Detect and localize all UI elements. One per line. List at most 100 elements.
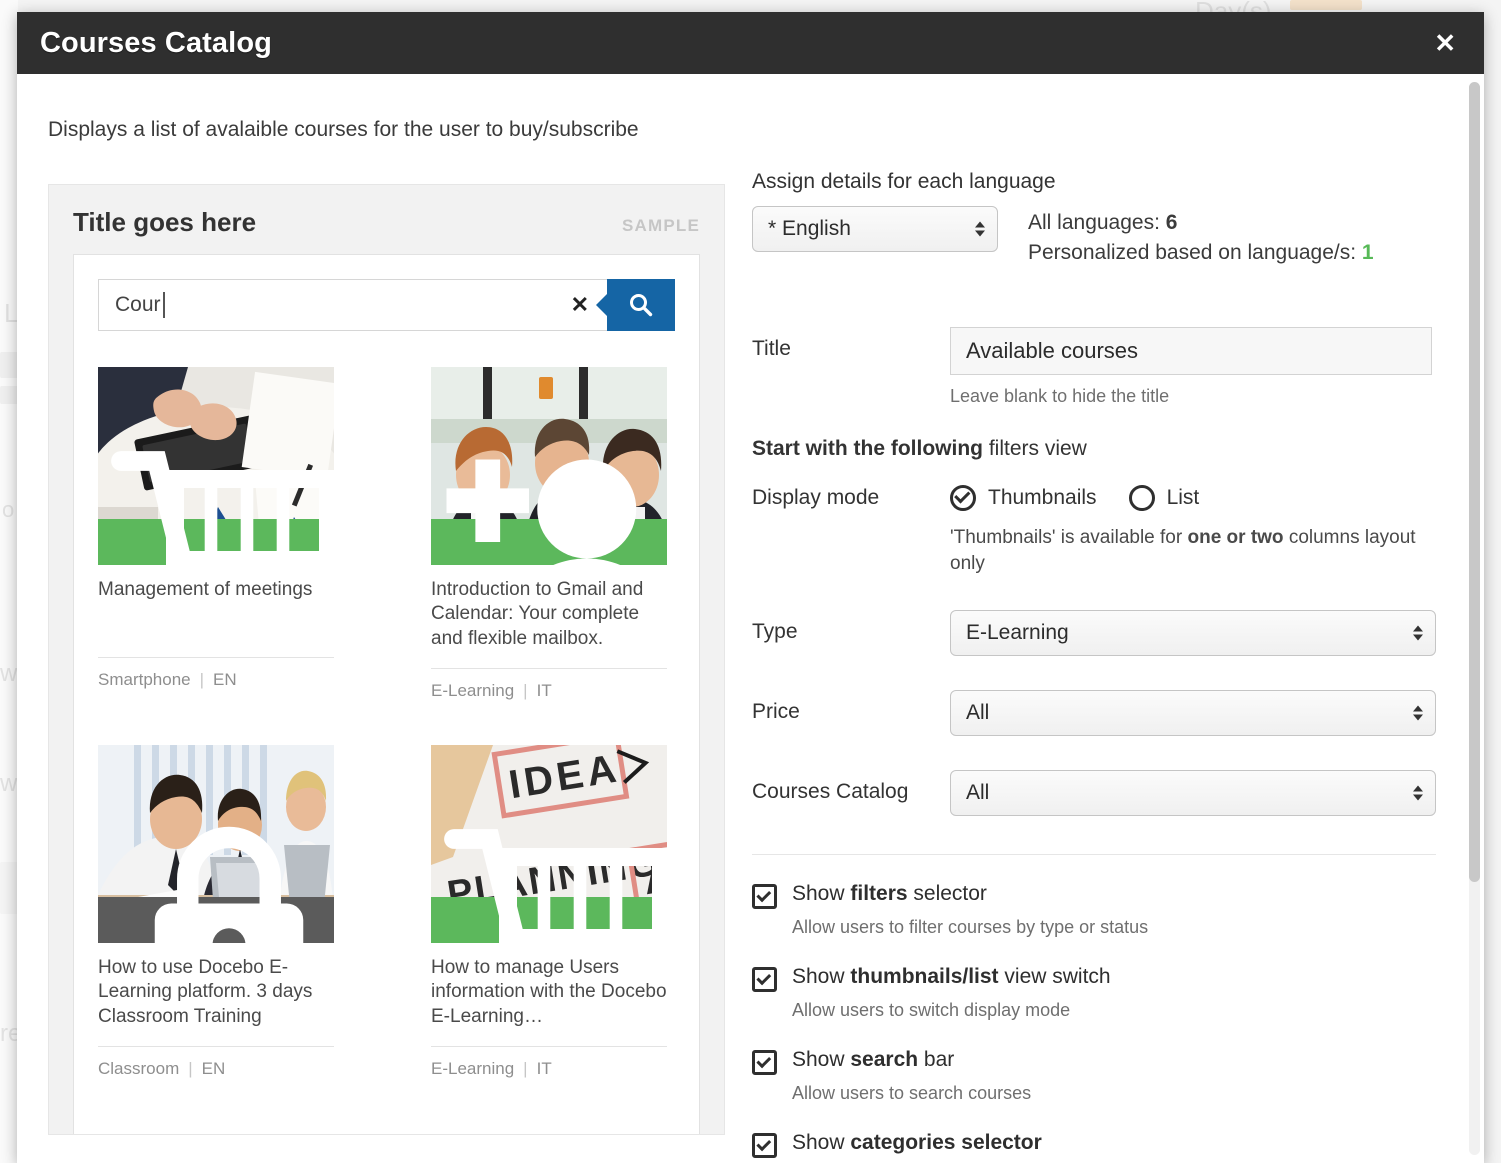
personalized-value: 1 (1362, 241, 1374, 264)
option-checkbox-row[interactable]: Show categories selector (752, 1131, 1436, 1158)
close-icon[interactable]: ✕ (1428, 26, 1462, 60)
backdrop-block (1290, 0, 1362, 10)
filter-select-fields: Type E-Learning Price All Courses Catalo… (752, 610, 1436, 816)
display-mode-option-list[interactable]: List (1129, 485, 1200, 511)
title-hint: Leave blank to hide the title (950, 386, 1436, 407)
filter-row-courses-catalog: Courses Catalog All (752, 770, 1436, 816)
course-title: Management of meetings (98, 565, 334, 657)
radio-checked-icon[interactable] (950, 485, 976, 511)
display-mode-hint-bold: one or two (1187, 527, 1283, 548)
filter-select-type[interactable]: E-Learning (950, 610, 1436, 656)
filter-row-price: Price All (752, 690, 1436, 736)
option-hint: Allow users to switch display mode (792, 1000, 1436, 1021)
modal-body: Displays a list of avalaible courses for… (17, 74, 1484, 1163)
option-block: Show search bar Allow users to search co… (752, 1048, 1436, 1104)
personalized-label: Personalized based on language/s: (1028, 241, 1356, 264)
language-select[interactable]: * English (752, 206, 998, 252)
radio-unchecked-icon[interactable] (1129, 485, 1155, 511)
display-mode-option-label: Thumbnails (988, 486, 1097, 510)
search-icon (628, 292, 654, 318)
course-title: How to manage Users information with the… (431, 943, 667, 1046)
option-label-bold: categories selector (850, 1131, 1041, 1154)
backdrop-ghost-text: o (2, 497, 14, 523)
courses-catalog-modal: Courses Catalog ✕ Displays a list of ava… (17, 12, 1484, 1163)
course-thumbnail[interactable]: SUBSCRIBE (431, 367, 667, 565)
course-thumbnail[interactable]: IDEA PLANNING AN 3a $ 35 (431, 745, 667, 943)
checkbox-checked-icon[interactable] (752, 967, 777, 992)
filter-select-price[interactable]: All (950, 690, 1436, 736)
scrollbar-thumb[interactable] (1469, 82, 1480, 882)
widget-description: Displays a list of avalaible courses for… (48, 118, 735, 142)
display-mode-option-thumbnails[interactable]: Thumbnails (950, 485, 1097, 511)
option-checkbox-row[interactable]: Show thumbnails/list view switch (752, 965, 1436, 992)
backdrop-ghost-text: w (0, 770, 17, 798)
search-button[interactable] (607, 279, 675, 331)
course-card[interactable]: € 20.50 Management of meetings Smartphon… (98, 367, 334, 701)
option-label-bold: search (850, 1048, 918, 1071)
course-card[interactable]: LOCKED How to use Docebo E-Learning plat… (98, 745, 334, 1079)
checkbox-checked-icon[interactable] (752, 884, 777, 909)
checkbox-checked-icon[interactable] (752, 1133, 777, 1158)
option-label-pre: Show (792, 1131, 850, 1154)
modal-header: Courses Catalog ✕ (17, 12, 1484, 74)
search-input[interactable]: Cour ✕ (98, 279, 607, 331)
option-checkbox-list: Show filters selector Allow users to fil… (752, 882, 1436, 1163)
language-section-label: Assign details for each language (752, 170, 1436, 194)
filter-select-courses-catalog[interactable]: All (950, 770, 1436, 816)
chevron-updown-icon (1413, 706, 1423, 721)
filters-heading-rest: filters view (983, 437, 1087, 460)
option-block: Show categories selector Allow users to … (752, 1131, 1436, 1163)
course-thumbnail[interactable]: € 20.50 (98, 367, 334, 565)
course-meta: Smartphone|EN (98, 657, 334, 690)
display-mode-hint: 'Thumbnails' is available for one or two… (950, 525, 1420, 576)
ribbon-icon-wrap (111, 821, 334, 943)
course-meta: E-Learning|IT (431, 1046, 667, 1079)
preview-card-header: Title goes here SAMPLE (73, 207, 700, 254)
filter-select-value: E-Learning (966, 621, 1069, 645)
filter-label: Price (752, 690, 950, 724)
course-status-ribbon: € 20.50 (98, 519, 334, 565)
display-mode-label: Display mode (752, 486, 950, 510)
option-checkbox-row[interactable]: Show filters selector (752, 882, 1436, 909)
course-language: IT (537, 1059, 552, 1078)
course-language: IT (537, 681, 552, 700)
filter-label: Courses Catalog (752, 770, 950, 804)
preview-title: Title goes here (73, 207, 256, 238)
chevron-updown-icon (975, 222, 985, 237)
display-mode-option-label: List (1167, 486, 1200, 510)
option-label-pre: Show (792, 965, 850, 988)
option-hint: Allow users to search courses (792, 1083, 1436, 1104)
option-label-post: selector (908, 882, 987, 905)
personalized-count: Personalized based on language/s: 1 (1028, 238, 1374, 268)
title-input[interactable]: Available courses (950, 327, 1432, 375)
display-mode-options: Thumbnails List (950, 485, 1231, 511)
course-card[interactable]: SUBSCRIBE Introduction to Gmail and Cale… (431, 367, 667, 701)
divider (752, 854, 1436, 855)
clear-icon[interactable]: ✕ (571, 292, 589, 318)
cart-icon (111, 443, 334, 565)
option-label: Show search bar (792, 1048, 954, 1072)
filter-label: Type (752, 610, 950, 644)
all-languages-label: All languages: (1028, 211, 1160, 234)
option-checkbox-row[interactable]: Show search bar (752, 1048, 1436, 1075)
checkbox-checked-icon[interactable] (752, 1050, 777, 1075)
ribbon-icon-wrap (444, 443, 667, 565)
option-label: Show thumbnails/list view switch (792, 965, 1111, 989)
option-label: Show filters selector (792, 882, 987, 906)
option-block: Show filters selector Allow users to fil… (752, 882, 1436, 938)
text-caret (163, 292, 165, 318)
course-status-ribbon: $ 35 (431, 897, 667, 943)
course-meta: E-Learning|IT (431, 668, 667, 701)
vertical-scrollbar[interactable] (1469, 82, 1480, 1155)
sample-badge: SAMPLE (622, 216, 700, 236)
preview-column: Displays a list of avalaible courses for… (17, 74, 735, 1163)
course-thumbnail[interactable]: LOCKED (98, 745, 334, 943)
widget-preview-card: Title goes here SAMPLE Cour ✕ (48, 184, 725, 1135)
course-grid: € 20.50 Management of meetings Smartphon… (98, 367, 675, 1079)
course-card[interactable]: IDEA PLANNING AN 3a $ 35 How to manage U… (431, 745, 667, 1079)
course-type: Smartphone (98, 670, 191, 689)
option-hint: Allow users to filter courses by type or… (792, 917, 1436, 938)
ribbon-icon-wrap (111, 443, 334, 565)
filter-select-value: All (966, 701, 989, 725)
filter-row-type: Type E-Learning (752, 610, 1436, 656)
